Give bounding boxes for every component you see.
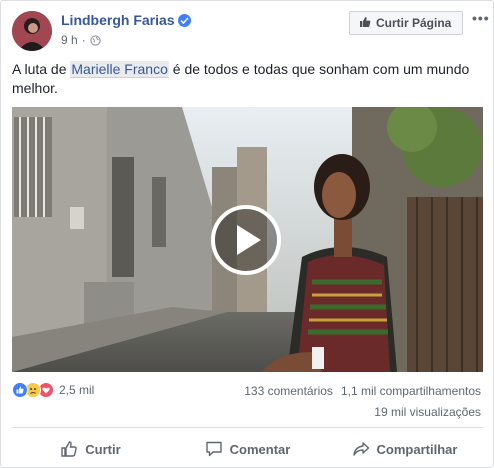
like-button[interactable]: Curtir <box>12 433 169 465</box>
reactions-summary[interactable]: 2,5 mil <box>12 382 94 398</box>
avatar[interactable] <box>12 11 52 51</box>
post-time[interactable]: 9 h <box>61 33 78 47</box>
post-text: A luta de Marielle Franco é de todos e t… <box>12 60 486 98</box>
post-card: Lindbergh Farias 9 h · Curtir Página •••… <box>0 0 494 468</box>
share-button[interactable]: Compartilhar <box>326 433 483 465</box>
play-button[interactable] <box>211 205 281 275</box>
share-label: Compartilhar <box>376 441 458 457</box>
comment-button[interactable]: Comentar <box>169 433 326 465</box>
comment-icon <box>205 441 222 457</box>
like-reaction-icon <box>12 382 28 398</box>
engagement-stats: 133 comentários 1,1 mil compartilhamento… <box>244 384 481 398</box>
post-text-before: A luta de <box>12 61 71 77</box>
video-player[interactable] <box>12 107 483 372</box>
mention-link[interactable]: Marielle Franco <box>70 61 169 78</box>
reaction-count: 2,5 mil <box>59 383 95 397</box>
share-icon <box>352 442 369 456</box>
thumbs-up-icon <box>359 16 376 31</box>
verified-badge-icon <box>178 14 191 27</box>
meta-separator: · <box>81 33 86 47</box>
post-meta: 9 h · <box>61 33 101 47</box>
play-icon <box>237 225 261 255</box>
comment-label: Comentar <box>229 441 291 457</box>
shares-count-link[interactable]: 1,1 mil compartilhamentos <box>341 384 481 398</box>
views-count: 19 mil visualizações <box>374 405 481 419</box>
divider <box>12 427 483 428</box>
comments-count-link[interactable]: 133 comentários <box>244 384 333 398</box>
like-page-label: Curtir Página <box>376 16 452 30</box>
like-label: Curtir <box>85 441 121 457</box>
author-name[interactable]: Lindbergh Farias <box>61 12 175 28</box>
thumbs-up-icon <box>61 441 78 457</box>
action-bar: Curtir Comentar Compartilhar <box>12 433 483 465</box>
like-page-button[interactable]: Curtir Página <box>349 11 463 35</box>
globe-icon <box>90 34 101 46</box>
more-options-button[interactable]: ••• <box>472 11 489 29</box>
